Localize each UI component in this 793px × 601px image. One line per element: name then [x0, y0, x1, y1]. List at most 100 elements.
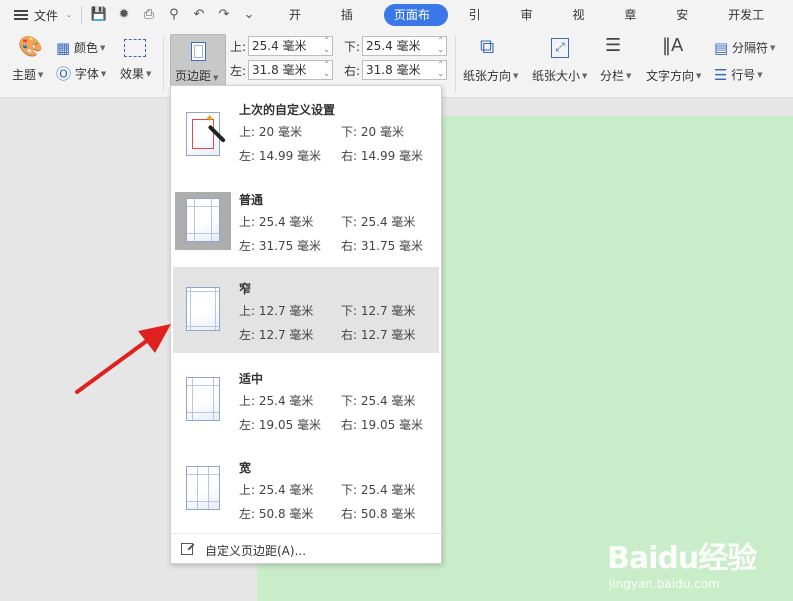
- text-direction-icon[interactable]: ‖A: [662, 37, 683, 55]
- tab-references[interactable]: 引用: [460, 4, 500, 44]
- chevron-down-icon: ▼: [100, 69, 107, 78]
- line-number-label: 行号: [731, 68, 756, 82]
- top-margin-field[interactable]: 上: 25.4 毫米: [230, 36, 333, 56]
- chevron-down-icon: ▼: [100, 43, 106, 52]
- theme-button[interactable]: 主题 ▼: [12, 66, 43, 83]
- option-title: 窄: [239, 282, 252, 296]
- divider: [163, 36, 164, 92]
- print-icon[interactable]: ⎙: [141, 7, 157, 23]
- option-left: 左: 14.99 毫米: [239, 149, 322, 163]
- tab-security[interactable]: 安全: [667, 4, 707, 44]
- option-title: 普通: [239, 193, 264, 207]
- margin-option-last-custom[interactable]: ✦ 上次的自定义设置 上: 20 毫米 下: 20 毫米 左: 14.99 毫米…: [173, 88, 439, 174]
- hamburger-icon: [14, 10, 28, 20]
- color-grid-icon: ▦: [56, 38, 71, 57]
- right-margin-field[interactable]: 右: 31.8 毫米: [344, 60, 447, 80]
- file-menu-button[interactable]: 文件 ⌄: [14, 0, 72, 30]
- paper-size-label: 纸张大小: [532, 69, 581, 83]
- baidu-watermark: Baidu经验 jingyan.baidu.com: [597, 517, 793, 601]
- orientation-icon[interactable]: ⧉: [480, 36, 494, 56]
- margin-button[interactable]: 页边距 ▼: [170, 34, 226, 86]
- option-top: 上: 20 毫米: [239, 125, 302, 139]
- separator-icon: ▤: [714, 38, 729, 57]
- line-number-button[interactable]: ☰ 行号 ▼: [714, 66, 763, 83]
- option-right: 右: 14.99 毫米: [341, 149, 424, 163]
- tab-review[interactable]: 审阅: [512, 4, 552, 44]
- paper-size-button[interactable]: 纸张大小 ▼: [532, 67, 587, 84]
- option-right: 右: 12.7 毫米: [341, 328, 416, 342]
- right-margin-input[interactable]: 31.8 毫米: [362, 60, 447, 80]
- separator-button[interactable]: ▤ 分隔符 ▼: [714, 39, 775, 56]
- option-top: 上: 25.4 毫米: [239, 483, 314, 497]
- left-margin-label: 左:: [230, 63, 247, 78]
- columns-button[interactable]: 分栏 ▼: [600, 67, 631, 84]
- top-margin-input[interactable]: 25.4 毫米: [248, 36, 333, 56]
- font-button[interactable]: Ⓞ 字体 ▼: [56, 65, 106, 82]
- margin-label: 页边距: [175, 69, 212, 83]
- bottom-margin-input[interactable]: 25.4 毫米: [362, 36, 447, 56]
- columns-icon[interactable]: ☰: [605, 37, 621, 55]
- option-top: 上: 25.4 毫米: [239, 215, 314, 229]
- last-custom-thumbnail: ✦: [175, 102, 231, 160]
- tab-page-layout[interactable]: 页面布局: [383, 4, 448, 44]
- theme-palette-icon[interactable]: 🎨: [18, 36, 43, 56]
- chevron-down-icon: ▼: [696, 71, 702, 80]
- theme-label: 主题: [12, 68, 37, 82]
- tab-insert[interactable]: 插入: [332, 4, 372, 44]
- margin-option-normal[interactable]: 普通 上: 25.4 毫米 下: 25.4 毫米 左: 31.75 毫米 右: …: [173, 178, 439, 264]
- format-painter-icon[interactable]: ✹: [116, 7, 132, 23]
- undo-icon[interactable]: ↶: [191, 7, 207, 23]
- tab-view[interactable]: 视图: [563, 4, 603, 44]
- option-top: 上: 12.7 毫米: [239, 304, 314, 318]
- watermark-brand: Baidu经验: [607, 541, 757, 576]
- option-top: 上: 25.4 毫米: [239, 394, 314, 408]
- chevron-down-icon: ▼: [513, 71, 519, 80]
- option-right: 右: 19.05 毫米: [341, 418, 424, 432]
- effect-label: 效果: [120, 67, 145, 81]
- print-preview-icon[interactable]: ⚲: [166, 7, 182, 23]
- edit-page-icon: [181, 543, 193, 555]
- divider: [80, 6, 82, 24]
- file-menu-label: 文件: [34, 8, 59, 23]
- effect-button[interactable]: 效果 ▼: [120, 65, 151, 82]
- option-bottom: 下: 20 毫米: [341, 125, 404, 139]
- redo-icon[interactable]: ↷: [216, 7, 232, 23]
- chevron-down-icon: ▼: [146, 69, 152, 78]
- left-margin-field[interactable]: 左: 31.8 毫米: [230, 60, 333, 80]
- option-left: 左: 31.75 毫米: [239, 239, 322, 253]
- arrow-shaft: [75, 335, 154, 394]
- tab-section[interactable]: 章节: [615, 4, 655, 44]
- chevron-down-icon: ▼: [38, 70, 44, 79]
- orientation-label: 纸张方向: [463, 69, 512, 83]
- margin-option-narrow[interactable]: 窄 上: 12.7 毫米 下: 12.7 毫米 左: 12.7 毫米 右: 12…: [173, 267, 439, 353]
- tab-developer[interactable]: 开发工具: [719, 4, 781, 44]
- save-icon[interactable]: 💾: [91, 7, 107, 23]
- orientation-button[interactable]: 纸张方向 ▼: [463, 67, 518, 84]
- tab-home[interactable]: 开始: [280, 4, 320, 44]
- option-title: 适中: [239, 372, 264, 386]
- page-icon: [186, 377, 220, 421]
- color-button[interactable]: ▦ 颜色 ▼: [56, 39, 105, 56]
- option-title: 宽: [239, 461, 252, 475]
- text-direction-label: 文字方向: [646, 69, 695, 83]
- customize-toolbar-icon[interactable]: ⌄: [241, 7, 257, 23]
- page-icon: [186, 466, 220, 510]
- effect-icon[interactable]: [124, 39, 146, 57]
- top-margin-label: 上:: [230, 39, 247, 54]
- custom-margins-item[interactable]: 自定义页边距(A)...: [171, 533, 441, 563]
- option-left: 左: 19.05 毫米: [239, 418, 322, 432]
- moderate-thumbnail: [175, 371, 231, 429]
- paper-size-icon[interactable]: ⤢: [551, 38, 569, 58]
- margin-option-moderate[interactable]: 适中 上: 25.4 毫米 下: 25.4 毫米 左: 19.05 毫米 右: …: [173, 357, 439, 443]
- option-bottom: 下: 12.7 毫米: [341, 304, 416, 318]
- margin-dropdown: ✦ 上次的自定义设置 上: 20 毫米 下: 20 毫米 左: 14.99 毫米…: [170, 85, 442, 564]
- left-margin-input[interactable]: 31.8 毫米: [248, 60, 333, 80]
- wide-thumbnail: [175, 460, 231, 518]
- bottom-margin-field[interactable]: 下: 25.4 毫米: [344, 36, 447, 56]
- sparkle-icon: ✦: [205, 112, 215, 125]
- option-left: 左: 50.8 毫米: [239, 507, 314, 521]
- line-number-icon: ☰: [714, 65, 728, 84]
- chevron-down-icon: ▼: [582, 71, 588, 80]
- text-direction-button[interactable]: 文字方向 ▼: [646, 67, 701, 84]
- margin-option-wide[interactable]: 宽 上: 25.4 毫米 下: 25.4 毫米 左: 50.8 毫米 右: 50…: [173, 446, 439, 532]
